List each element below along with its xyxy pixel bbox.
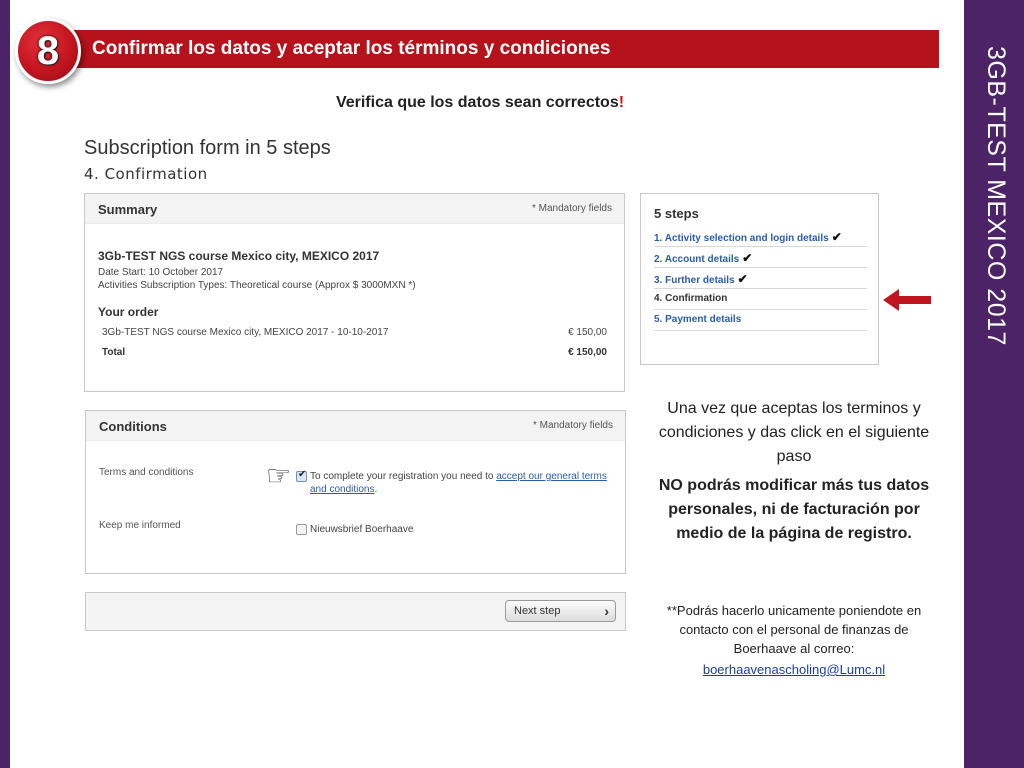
- keep-informed-label: Keep me informed: [99, 520, 181, 531]
- side-title-text: 3GB-TEST MEXICO 2017: [982, 46, 1010, 346]
- step-item-4-current: 4. Confirmation: [654, 289, 867, 310]
- step-label: 3. Further details: [654, 275, 735, 286]
- subtitle-exclamation: !: [618, 94, 625, 111]
- activities-type: Activities Subscription Types: Theoretic…: [98, 280, 416, 291]
- step-number: 8: [36, 28, 60, 73]
- conditions-title: Conditions: [99, 419, 167, 434]
- left-arrow-icon: [883, 289, 931, 311]
- order-total-price: € 150,00: [568, 347, 607, 358]
- terms-text-prefix: To complete your registration you need t…: [310, 471, 494, 482]
- course-title: 3Gb-TEST NGS course Mexico city, MEXICO …: [98, 249, 380, 263]
- form-step-subtitle: 4. Confirmation: [84, 165, 208, 183]
- form-title: Subscription form in 5 steps: [84, 137, 331, 159]
- check-icon: ✔: [742, 251, 753, 265]
- order-total-row: Total € 150,00: [102, 347, 607, 358]
- step-item-1[interactable]: 1. Activity selection and login details ✔: [654, 226, 867, 247]
- slide-title: Confirmar los datos y aceptar los términ…: [92, 38, 611, 59]
- order-item-price: € 150,00: [568, 327, 607, 338]
- newsletter-checkbox[interactable]: [296, 524, 307, 535]
- contact-email: boerhaavenascholing@Lumc.nl: [652, 662, 936, 677]
- step-label: 4. Confirmation: [654, 293, 728, 304]
- contact-note: **Podrás hacerlo unicamente poniendote e…: [666, 603, 922, 656]
- email-link[interactable]: boerhaavenascholing@Lumc.nl: [703, 662, 885, 677]
- slide-subtitle: Verifica que los datos sean correctos!: [0, 94, 960, 112]
- order-title: Your order: [98, 305, 159, 319]
- terms-label: Terms and conditions: [99, 467, 194, 478]
- left-accent-bar: [0, 0, 10, 768]
- mandatory-fields-note: * Mandatory fields: [531, 203, 612, 214]
- next-step-label: Next step: [514, 605, 561, 617]
- step-number-badge: 8: [15, 18, 81, 84]
- summary-title: Summary: [98, 202, 158, 217]
- step-label: 5. Payment details: [654, 314, 742, 325]
- step-label: 2. Account details: [654, 254, 740, 265]
- date-start: Date Start: 10 October 2017: [98, 267, 224, 278]
- step-item-2[interactable]: 2. Account details ✔: [654, 247, 867, 268]
- mandatory-fields-note: * Mandatory fields: [532, 420, 613, 431]
- terms-text-end: .: [374, 484, 378, 495]
- warning-text: NO podrás modificar más tus datos person…: [658, 477, 930, 542]
- order-total-label: Total: [102, 347, 126, 358]
- summary-panel: Summary * Mandatory fields 3Gb-TEST NGS …: [84, 193, 625, 392]
- check-icon: ✔: [831, 230, 842, 244]
- step-item-3[interactable]: 3. Further details ✔: [654, 268, 867, 289]
- summary-header: Summary * Mandatory fields: [85, 194, 624, 224]
- step-item-5[interactable]: 5. Payment details: [654, 310, 867, 331]
- steps-panel: 5 steps 1. Activity selection and login …: [640, 193, 879, 365]
- side-title: 3GB-TEST MEXICO 2017: [966, 40, 1024, 370]
- info-text: Una vez que aceptas los terminos y condi…: [658, 400, 930, 465]
- newsletter-label: Nieuwsbrief Boerhaave: [310, 524, 414, 535]
- pointing-hand-icon: ☞: [266, 460, 292, 491]
- chevron-right-icon: ›: [604, 603, 609, 619]
- terms-checkbox[interactable]: [296, 469, 307, 482]
- check-icon: ✔: [737, 272, 748, 286]
- conditions-header: Conditions * Mandatory fields: [86, 411, 625, 441]
- step-label: 1. Activity selection and login details: [654, 233, 829, 244]
- slide: 3GB-TEST MEXICO 2017 8 Confirmar los dat…: [0, 0, 1024, 768]
- next-step-button[interactable]: Next step ›: [505, 600, 616, 622]
- order-item-label: 3Gb-TEST NGS course Mexico city, MEXICO …: [102, 327, 389, 338]
- subtitle-text: Verifica que los datos sean correctos: [335, 94, 619, 111]
- order-row: 3Gb-TEST NGS course Mexico city, MEXICO …: [102, 327, 607, 338]
- terms-text: To complete your registration you need t…: [310, 470, 610, 496]
- steps-title: 5 steps: [654, 206, 699, 221]
